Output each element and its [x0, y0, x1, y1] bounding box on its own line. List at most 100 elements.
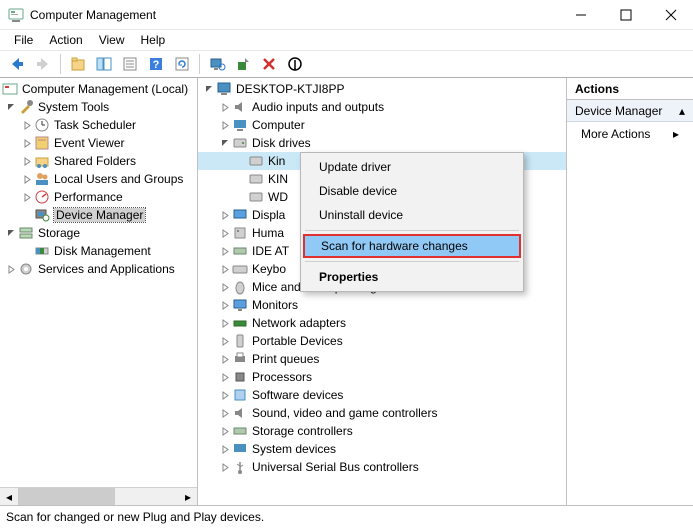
up-button[interactable]	[66, 52, 90, 76]
context-scan-hardware[interactable]: Scan for hardware changes	[303, 234, 521, 258]
device-category[interactable]: Audio inputs and outputs	[198, 98, 566, 116]
tree-performance[interactable]: Performance	[0, 188, 197, 206]
menu-file[interactable]: File	[6, 31, 41, 49]
expand-icon[interactable]	[218, 442, 232, 456]
refresh-button[interactable]	[170, 52, 194, 76]
expand-icon[interactable]	[218, 406, 232, 420]
software-icon	[232, 387, 248, 403]
context-disable-device[interactable]: Disable device	[303, 179, 521, 203]
scroll-left-icon[interactable]: ◂	[0, 488, 18, 505]
device-category[interactable]: Network adapters	[198, 314, 566, 332]
computer-cat-icon	[232, 117, 248, 133]
chevron-right-icon: ▸	[673, 127, 679, 141]
horizontal-scrollbar[interactable]: ◂ ▸	[0, 487, 197, 505]
tree-root[interactable]: Computer Management (Local)	[0, 80, 197, 98]
computer-icon	[216, 81, 232, 97]
minimize-button[interactable]	[558, 0, 603, 30]
scan-hardware-button[interactable]	[205, 52, 229, 76]
context-separator	[305, 261, 519, 262]
statusbar: Scan for changed or new Plug and Play de…	[0, 505, 693, 528]
console-tree[interactable]: Computer Management (Local) System Tools…	[0, 78, 197, 487]
expand-icon[interactable]	[218, 280, 232, 294]
menubar: File Action View Help	[0, 30, 693, 50]
expand-icon[interactable]	[218, 100, 232, 114]
update-driver-button[interactable]	[231, 52, 255, 76]
clock-icon	[34, 117, 50, 133]
expand-icon[interactable]	[218, 244, 232, 258]
device-category[interactable]: Portable Devices	[198, 332, 566, 350]
tree-task-scheduler[interactable]: Task Scheduler	[0, 116, 197, 134]
services-icon	[18, 261, 34, 277]
expand-icon[interactable]	[4, 262, 18, 276]
expand-icon[interactable]	[218, 334, 232, 348]
tree-storage[interactable]: Storage	[0, 224, 197, 242]
tree-local-users[interactable]: Local Users and Groups	[0, 170, 197, 188]
expand-icon[interactable]	[20, 136, 34, 150]
forward-button[interactable]	[31, 52, 55, 76]
console-tree-pane: Computer Management (Local) System Tools…	[0, 78, 198, 505]
device-category[interactable]: Software devices	[198, 386, 566, 404]
collapse-icon[interactable]	[218, 136, 232, 150]
device-category[interactable]: Universal Serial Bus controllers	[198, 458, 566, 476]
context-uninstall-device[interactable]: Uninstall device	[303, 203, 521, 227]
expand-icon[interactable]	[218, 262, 232, 276]
expand-icon[interactable]	[218, 316, 232, 330]
expand-icon[interactable]	[20, 154, 34, 168]
actions-more[interactable]: More Actions ▸	[567, 122, 693, 146]
back-button[interactable]	[5, 52, 29, 76]
expand-icon[interactable]	[218, 298, 232, 312]
uninstall-button[interactable]	[257, 52, 281, 76]
tree-shared-folders[interactable]: Shared Folders	[0, 152, 197, 170]
titlebar: Computer Management	[0, 0, 693, 30]
display-icon	[232, 207, 248, 223]
monitor-icon	[232, 297, 248, 313]
device-root[interactable]: DESKTOP-KTJI8PP	[198, 80, 566, 98]
expand-icon[interactable]	[218, 388, 232, 402]
help-button[interactable]: ?	[144, 52, 168, 76]
actions-more-label: More Actions	[581, 127, 650, 141]
expand-icon[interactable]	[20, 172, 34, 186]
device-category[interactable]: Processors	[198, 368, 566, 386]
expand-icon[interactable]	[218, 352, 232, 366]
tree-event-viewer[interactable]: Event Viewer	[0, 134, 197, 152]
show-hide-tree-button[interactable]	[92, 52, 116, 76]
menu-help[interactable]: Help	[133, 31, 174, 49]
expand-icon[interactable]	[20, 118, 34, 132]
collapse-icon[interactable]	[4, 226, 18, 240]
device-category[interactable]: System devices	[198, 440, 566, 458]
expand-icon[interactable]	[218, 424, 232, 438]
menu-view[interactable]: View	[91, 31, 133, 49]
tree-disk-management[interactable]: Disk Management	[0, 242, 197, 260]
storage-ctrl-icon	[232, 423, 248, 439]
ide-icon	[232, 243, 248, 259]
actions-header: Actions	[567, 78, 693, 100]
tree-services-apps[interactable]: Services and Applications	[0, 260, 197, 278]
context-properties[interactable]: Properties	[303, 265, 521, 289]
scroll-right-icon[interactable]: ▸	[179, 488, 197, 505]
app-icon	[8, 7, 24, 23]
device-category[interactable]: Print queues	[198, 350, 566, 368]
expand-icon[interactable]	[218, 208, 232, 222]
disable-button[interactable]	[283, 52, 307, 76]
collapse-icon[interactable]	[4, 100, 18, 114]
device-category[interactable]: Computer	[198, 116, 566, 134]
device-category[interactable]: Monitors	[198, 296, 566, 314]
expand-icon[interactable]	[218, 118, 232, 132]
properties-button[interactable]	[118, 52, 142, 76]
device-disk-drives[interactable]: Disk drives	[198, 134, 566, 152]
device-manager-icon	[34, 207, 50, 223]
maximize-button[interactable]	[603, 0, 648, 30]
expand-icon[interactable]	[20, 190, 34, 204]
menu-action[interactable]: Action	[41, 31, 90, 49]
context-update-driver[interactable]: Update driver	[303, 155, 521, 179]
device-category[interactable]: Storage controllers	[198, 422, 566, 440]
tree-system-tools[interactable]: System Tools	[0, 98, 197, 116]
device-category[interactable]: Sound, video and game controllers	[198, 404, 566, 422]
close-button[interactable]	[648, 0, 693, 30]
tree-device-manager[interactable]: Device Manager	[0, 206, 197, 224]
expand-icon[interactable]	[218, 226, 232, 240]
collapse-icon[interactable]	[202, 82, 216, 96]
actions-section[interactable]: Device Manager ▴	[567, 100, 693, 122]
expand-icon[interactable]	[218, 370, 232, 384]
expand-icon[interactable]	[218, 460, 232, 474]
